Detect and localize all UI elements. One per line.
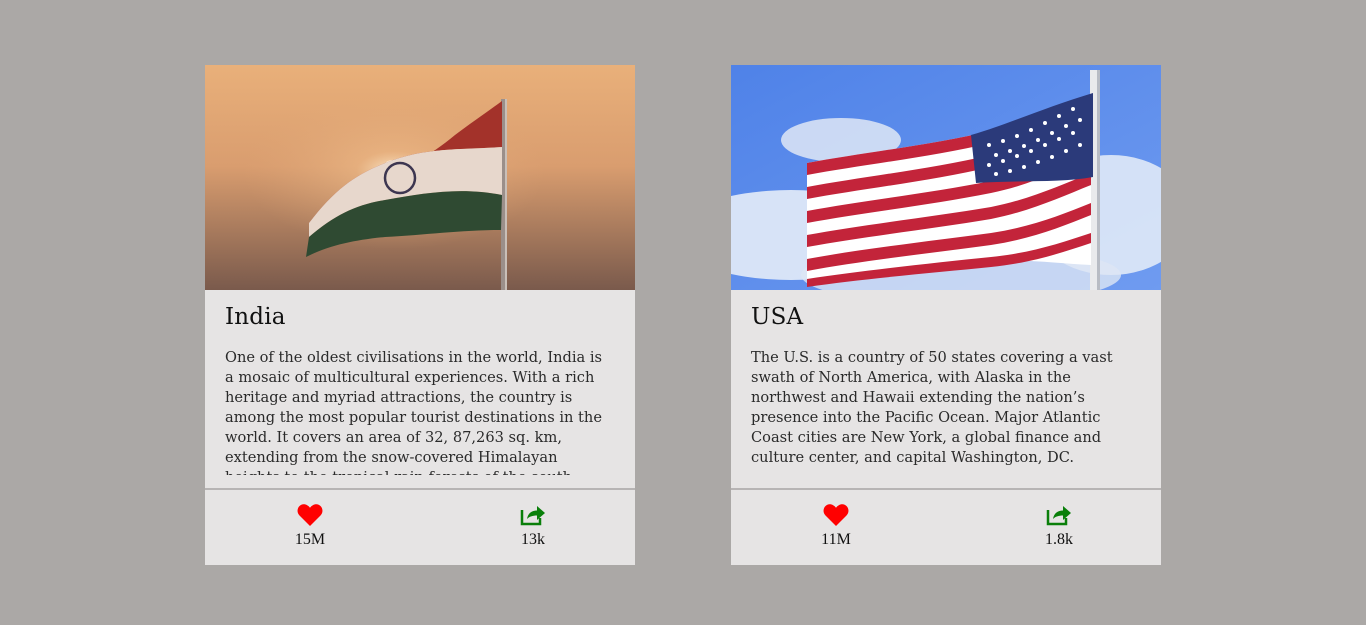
card-description: One of the oldest civilisations in the w… bbox=[225, 349, 603, 475]
india-flag-image bbox=[205, 65, 635, 290]
share-count: 1.8k bbox=[1045, 531, 1073, 548]
country-card-usa: USA The U.S. is a country of 50 states c… bbox=[731, 65, 1161, 565]
share-count: 13k bbox=[521, 531, 545, 548]
card-body: India One of the oldest civilisations in… bbox=[205, 290, 635, 475]
like-count: 15M bbox=[294, 531, 326, 548]
heart-icon bbox=[823, 504, 849, 526]
usa-flag-image bbox=[731, 65, 1161, 290]
heart-icon bbox=[297, 504, 323, 526]
card-description: The U.S. is a country of 50 states cover… bbox=[751, 349, 1113, 466]
share-button[interactable]: 13k bbox=[493, 502, 573, 549]
like-button[interactable]: 11M bbox=[796, 502, 876, 549]
country-card-india: India One of the oldest civilisations in… bbox=[205, 65, 635, 565]
card-body: USA The U.S. is a country of 50 states c… bbox=[731, 290, 1161, 475]
share-button[interactable]: 1.8k bbox=[1019, 502, 1099, 549]
card-title: USA bbox=[751, 304, 804, 330]
page: India One of the oldest civilisations in… bbox=[0, 0, 1366, 625]
like-count: 11M bbox=[821, 531, 851, 548]
card-footer: 15M 13k bbox=[205, 488, 635, 565]
share-icon bbox=[1046, 506, 1071, 526]
card-title: India bbox=[225, 304, 286, 330]
share-icon bbox=[520, 506, 545, 526]
like-button[interactable]: 15M bbox=[270, 502, 350, 549]
card-footer: 11M 1.8k bbox=[731, 488, 1161, 565]
